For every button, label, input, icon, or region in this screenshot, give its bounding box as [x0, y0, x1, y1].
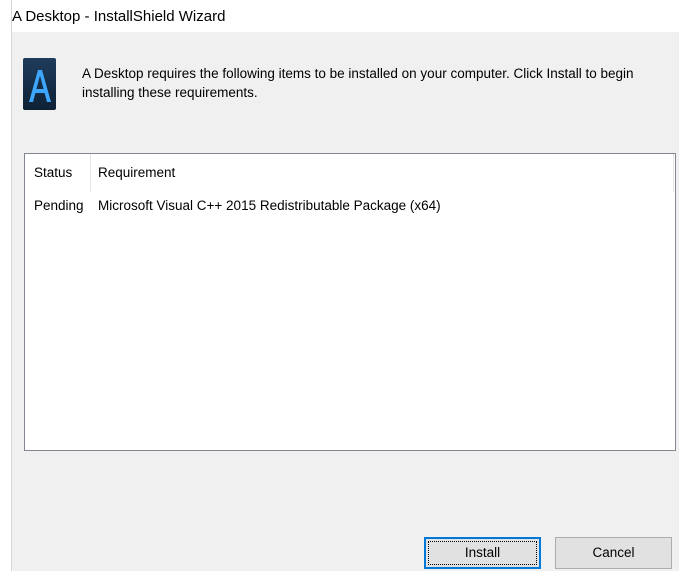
title-bar[interactable]: A Desktop - InstallShield Wizard [12, 0, 679, 32]
install-requirements-message: A Desktop requires the following items t… [82, 66, 634, 100]
column-divider[interactable] [673, 154, 674, 192]
installer-dialog: A Desktop - InstallShield Wizard A Deskt… [11, 0, 679, 571]
column-divider[interactable] [90, 154, 91, 192]
install-button[interactable]: Install [424, 537, 541, 569]
cancel-button[interactable]: Cancel [555, 537, 672, 569]
app-logo-a-icon [23, 58, 56, 110]
requirement-row[interactable]: Pending Microsoft Visual C++ 2015 Redist… [25, 194, 675, 218]
requirements-list[interactable]: Status Requirement Pending Microsoft Vis… [24, 153, 676, 451]
column-header-status[interactable]: Status [34, 165, 72, 180]
list-header: Status Requirement [25, 154, 675, 192]
window-title: A Desktop - InstallShield Wizard [12, 8, 226, 25]
focus-indicator [428, 541, 537, 565]
cancel-button-label: Cancel [592, 545, 635, 560]
column-header-requirement[interactable]: Requirement [98, 165, 175, 180]
requirement-status: Pending [34, 198, 84, 213]
requirement-name: Microsoft Visual C++ 2015 Redistributabl… [98, 198, 441, 213]
